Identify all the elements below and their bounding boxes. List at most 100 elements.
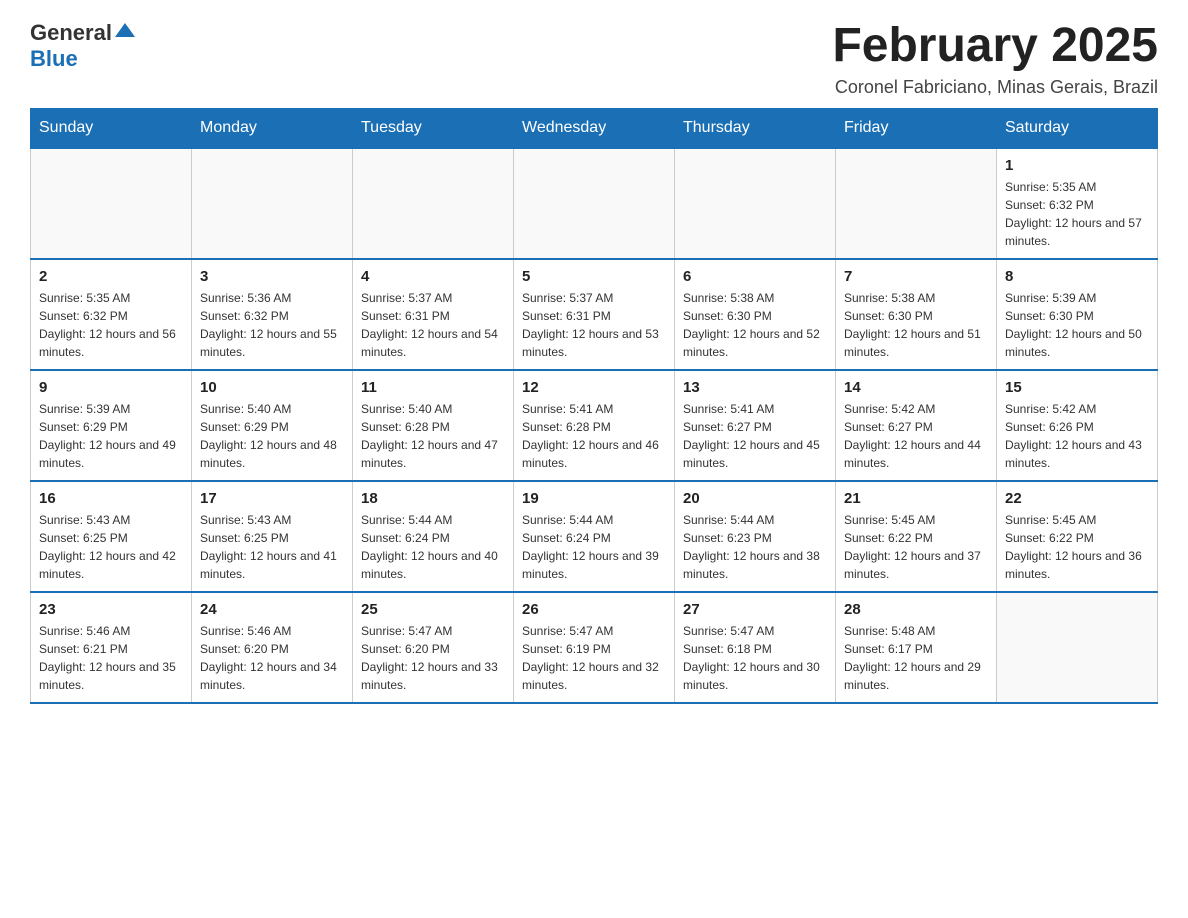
day-info: Sunrise: 5:39 AMSunset: 6:30 PMDaylight:… [1005,289,1149,361]
table-row: 1Sunrise: 5:35 AMSunset: 6:32 PMDaylight… [997,148,1158,259]
calendar-week-row: 9 Sunrise: 5:39 AMSunset: 6:29 PMDaylight… [31,370,1158,481]
day-info: Sunrise: 5:37 AMSunset: 6:31 PMDaylight:… [361,289,505,361]
table-row [192,148,353,259]
day-info: Sunrise: 5:48 AMSunset: 6:17 PMDaylight:… [844,622,988,694]
col-monday: Monday [192,108,353,148]
table-row: 2 Sunrise: 5:35 AMSunset: 6:32 PMDaylight… [31,259,192,370]
day-info: Sunrise: 5:44 AMSunset: 6:24 PMDaylight:… [361,511,505,583]
logo-blue-text: Blue [30,46,78,71]
day-number: 25 [361,601,505,618]
table-row: 8 Sunrise: 5:39 AMSunset: 6:30 PMDaylight… [997,259,1158,370]
table-row: 7Sunrise: 5:38 AMSunset: 6:30 PMDaylight… [836,259,997,370]
day-info: Sunrise: 5:37 AMSunset: 6:31 PMDaylight:… [522,289,666,361]
col-friday: Friday [836,108,997,148]
table-row: 6 Sunrise: 5:38 AMSunset: 6:30 PMDaylight… [675,259,836,370]
table-row: 9 Sunrise: 5:39 AMSunset: 6:29 PMDaylight… [31,370,192,481]
day-number: 19 [522,490,666,507]
calendar-week-row: 23 Sunrise: 5:46 AMSunset: 6:21 PMDayligh… [31,592,1158,703]
day-info: Sunrise: 5:42 AMSunset: 6:27 PMDaylight:… [844,400,988,472]
day-info: Sunrise: 5:41 AMSunset: 6:28 PMDaylight:… [522,400,666,472]
table-row: 16 Sunrise: 5:43 AMSunset: 6:25 PMDayligh… [31,481,192,592]
day-info: Sunrise: 5:42 AMSunset: 6:26 PMDaylight:… [1005,400,1149,472]
day-number: 4 [361,268,505,285]
day-info: Sunrise: 5:46 AMSunset: 6:20 PMDaylight:… [200,622,344,694]
table-row: 23 Sunrise: 5:46 AMSunset: 6:21 PMDayligh… [31,592,192,703]
day-number: 15 [1005,379,1149,396]
logo-triangle-icon [115,23,135,37]
table-row: 26Sunrise: 5:47 AMSunset: 6:19 PMDayligh… [514,592,675,703]
table-row [997,592,1158,703]
day-info: Sunrise: 5:40 AMSunset: 6:29 PMDaylight:… [200,400,344,472]
day-info: Sunrise: 5:44 AMSunset: 6:23 PMDaylight:… [683,511,827,583]
table-row: 27 Sunrise: 5:47 AMSunset: 6:18 PMDayligh… [675,592,836,703]
day-number: 5 [522,268,666,285]
table-row: 3 Sunrise: 5:36 AMSunset: 6:32 PMDaylight… [192,259,353,370]
table-row: 19 Sunrise: 5:44 AMSunset: 6:24 PMDayligh… [514,481,675,592]
table-row: 15 Sunrise: 5:42 AMSunset: 6:26 PMDayligh… [997,370,1158,481]
day-number: 13 [683,379,827,396]
table-row [675,148,836,259]
table-row: 18 Sunrise: 5:44 AMSunset: 6:24 PMDayligh… [353,481,514,592]
day-number: 11 [361,379,505,396]
table-row: 17 Sunrise: 5:43 AMSunset: 6:25 PMDayligh… [192,481,353,592]
day-info: Sunrise: 5:36 AMSunset: 6:32 PMDaylight:… [200,289,344,361]
location-title: Coronel Fabriciano, Minas Gerais, Brazil [832,77,1158,98]
calendar-header-row: Sunday Monday Tuesday Wednesday Thursday… [31,108,1158,148]
table-row: 14 Sunrise: 5:42 AMSunset: 6:27 PMDayligh… [836,370,997,481]
month-title: February 2025 [832,20,1158,73]
calendar-week-row: 2 Sunrise: 5:35 AMSunset: 6:32 PMDaylight… [31,259,1158,370]
day-number: 28 [844,601,988,618]
day-info: Sunrise: 5:35 AMSunset: 6:32 PMDaylight:… [39,289,183,361]
table-row: 4 Sunrise: 5:37 AMSunset: 6:31 PMDaylight… [353,259,514,370]
col-saturday: Saturday [997,108,1158,148]
calendar-table: Sunday Monday Tuesday Wednesday Thursday… [30,108,1158,704]
page-header: General Blue February 2025 Coronel Fabri… [30,20,1158,98]
day-info: Sunrise: 5:47 AMSunset: 6:19 PMDaylight:… [522,622,666,694]
day-info: Sunrise: 5:47 AMSunset: 6:18 PMDaylight:… [683,622,827,694]
day-info: Sunrise: 5:43 AMSunset: 6:25 PMDaylight:… [39,511,183,583]
col-thursday: Thursday [675,108,836,148]
day-info: Sunrise: 5:45 AMSunset: 6:22 PMDaylight:… [844,511,988,583]
table-row: 5 Sunrise: 5:37 AMSunset: 6:31 PMDaylight… [514,259,675,370]
day-info: Sunrise: 5:46 AMSunset: 6:21 PMDaylight:… [39,622,183,694]
day-number: 6 [683,268,827,285]
day-number: 22 [1005,490,1149,507]
table-row: 11Sunrise: 5:40 AMSunset: 6:28 PMDayligh… [353,370,514,481]
day-number: 9 [39,379,183,396]
table-row: 22 Sunrise: 5:45 AMSunset: 6:22 PMDayligh… [997,481,1158,592]
day-number: 21 [844,490,988,507]
table-row: 21 Sunrise: 5:45 AMSunset: 6:22 PMDayligh… [836,481,997,592]
day-number: 16 [39,490,183,507]
day-number: 24 [200,601,344,618]
table-row: 24 Sunrise: 5:46 AMSunset: 6:20 PMDayligh… [192,592,353,703]
day-number: 14 [844,379,988,396]
table-row: 20Sunrise: 5:44 AMSunset: 6:23 PMDayligh… [675,481,836,592]
day-number: 3 [200,268,344,285]
col-wednesday: Wednesday [514,108,675,148]
day-number: 1 [1005,157,1149,174]
table-row [514,148,675,259]
day-number: 23 [39,601,183,618]
day-number: 10 [200,379,344,396]
day-info: Sunrise: 5:39 AMSunset: 6:29 PMDaylight:… [39,400,183,472]
table-row [31,148,192,259]
day-number: 12 [522,379,666,396]
day-number: 18 [361,490,505,507]
day-number: 8 [1005,268,1149,285]
day-number: 17 [200,490,344,507]
table-row: 10 Sunrise: 5:40 AMSunset: 6:29 PMDayligh… [192,370,353,481]
day-info: Sunrise: 5:38 AMSunset: 6:30 PMDaylight:… [683,289,827,361]
day-info: Sunrise: 5:44 AMSunset: 6:24 PMDaylight:… [522,511,666,583]
table-row: 13Sunrise: 5:41 AMSunset: 6:27 PMDayligh… [675,370,836,481]
calendar-week-row: 1Sunrise: 5:35 AMSunset: 6:32 PMDaylight… [31,148,1158,259]
table-row [353,148,514,259]
table-row: 28 Sunrise: 5:48 AMSunset: 6:17 PMDayligh… [836,592,997,703]
day-info: Sunrise: 5:45 AMSunset: 6:22 PMDaylight:… [1005,511,1149,583]
day-number: 27 [683,601,827,618]
day-info: Sunrise: 5:43 AMSunset: 6:25 PMDaylight:… [200,511,344,583]
table-row: 12 Sunrise: 5:41 AMSunset: 6:28 PMDayligh… [514,370,675,481]
col-sunday: Sunday [31,108,192,148]
logo-general-text: General [30,20,112,46]
day-info: Sunrise: 5:47 AMSunset: 6:20 PMDaylight:… [361,622,505,694]
day-number: 2 [39,268,183,285]
